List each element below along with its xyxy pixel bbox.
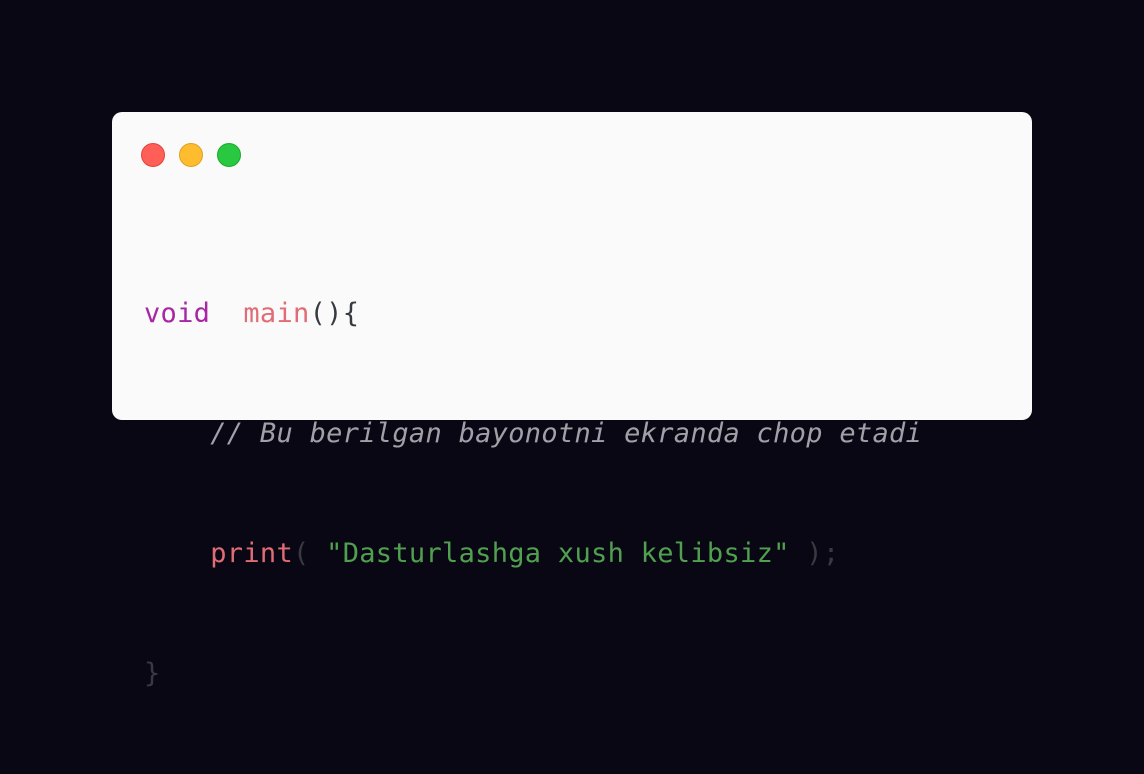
- code-line-2: // Bu berilgan bayonotni ekranda chop et…: [144, 414, 922, 454]
- window-controls: [141, 143, 241, 169]
- code-window: void main(){ // Bu berilgan bayonotni ek…: [112, 112, 1032, 689]
- close-button[interactable]: [141, 143, 165, 167]
- code-line-3: print( "Dasturlashga xush kelibsiz" );: [144, 534, 922, 574]
- zoom-button[interactable]: [217, 143, 241, 167]
- code-block: void main(){ // Bu berilgan bayonotni ek…: [144, 214, 922, 774]
- punctuation: (){: [309, 298, 360, 329]
- code-line-1: void main(){: [144, 294, 922, 334]
- string-literal: "Dasturlashga xush kelibsiz": [326, 538, 790, 569]
- minimize-button[interactable]: [179, 143, 203, 167]
- punctuation: );: [789, 538, 840, 569]
- function-name-print: print: [210, 538, 294, 569]
- code-line-4: }: [144, 654, 922, 694]
- closing-brace: }: [144, 658, 161, 689]
- keyword-void: void: [144, 298, 211, 329]
- code-comment: // Bu berilgan bayonotni ekranda chop et…: [210, 418, 923, 449]
- punctuation: (: [293, 538, 327, 569]
- function-name-main: main: [243, 298, 310, 329]
